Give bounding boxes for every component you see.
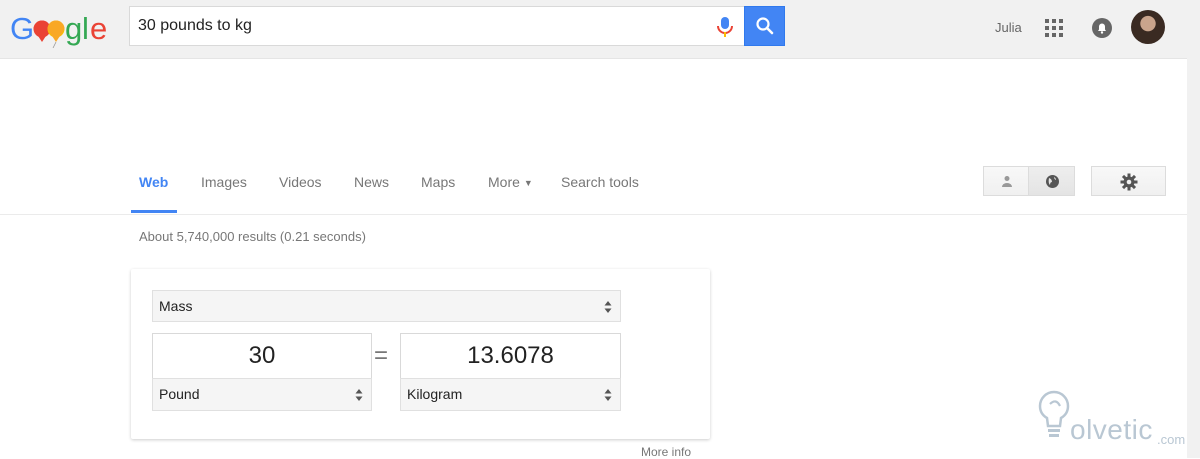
from-value-input[interactable]: 30 <box>152 333 372 379</box>
google-doodle-logo[interactable]: G g l e <box>10 8 115 48</box>
watermark-text: olvetic <box>1070 414 1153 445</box>
svg-text:G: G <box>10 11 34 46</box>
user-avatar[interactable] <box>1131 10 1165 44</box>
to-unit-select[interactable]: Kilogram <box>400 378 621 411</box>
svg-text:l: l <box>82 11 89 46</box>
unit-type-label: Mass <box>159 298 193 314</box>
select-arrows-icon <box>355 389 363 401</box>
unit-converter-card: Mass 30 Pound = 13.6078 Kilogram <box>131 269 710 439</box>
more-info-link[interactable]: More info <box>641 445 691 459</box>
from-unit-label: Pound <box>159 386 200 402</box>
tab-images[interactable]: Images <box>201 174 247 212</box>
tab-search-tools[interactable]: Search tools <box>561 174 639 212</box>
from-unit-select[interactable]: Pound <box>152 378 372 411</box>
notifications-bell-icon[interactable] <box>1091 17 1113 39</box>
caret-down-icon: ▼ <box>523 178 533 189</box>
select-arrows-icon <box>604 389 612 401</box>
gear-icon <box>1120 173 1138 191</box>
search-tabs: Web Images Videos News Maps More ▼ Search… <box>0 160 1187 215</box>
top-bar: G g l e Julia <box>0 0 1200 59</box>
select-arrows-icon <box>604 301 612 313</box>
globe-icon <box>1046 175 1059 188</box>
search-input[interactable] <box>138 7 698 45</box>
tab-more-label: More <box>488 174 520 190</box>
person-icon <box>1002 176 1012 187</box>
unit-type-select[interactable]: Mass <box>152 290 621 322</box>
watermark-suffix: .com <box>1157 432 1186 447</box>
result-stats: About 5,740,000 results (0.21 seconds) <box>139 229 366 244</box>
to-value-input[interactable]: 13.6078 <box>400 333 621 379</box>
tab-more[interactable]: More ▼ <box>488 174 533 212</box>
apps-grid-icon[interactable] <box>1045 19 1063 37</box>
tab-maps[interactable]: Maps <box>421 174 455 212</box>
svg-text:e: e <box>90 11 107 46</box>
user-name-link[interactable]: Julia <box>995 20 1022 35</box>
equals-sign: = <box>374 342 389 369</box>
active-tab-indicator <box>131 210 177 213</box>
global-results-button[interactable] <box>1028 166 1075 196</box>
microphone-icon[interactable] <box>715 16 735 38</box>
to-unit-label: Kilogram <box>407 386 463 402</box>
search-box <box>129 6 744 46</box>
private-results-button[interactable] <box>983 166 1029 196</box>
search-icon <box>756 17 774 35</box>
tab-news[interactable]: News <box>354 174 389 212</box>
tab-web[interactable]: Web <box>139 174 168 212</box>
tab-videos[interactable]: Videos <box>279 174 322 212</box>
search-button[interactable] <box>744 6 785 46</box>
settings-button[interactable] <box>1091 166 1166 196</box>
svg-text:g: g <box>65 11 82 46</box>
